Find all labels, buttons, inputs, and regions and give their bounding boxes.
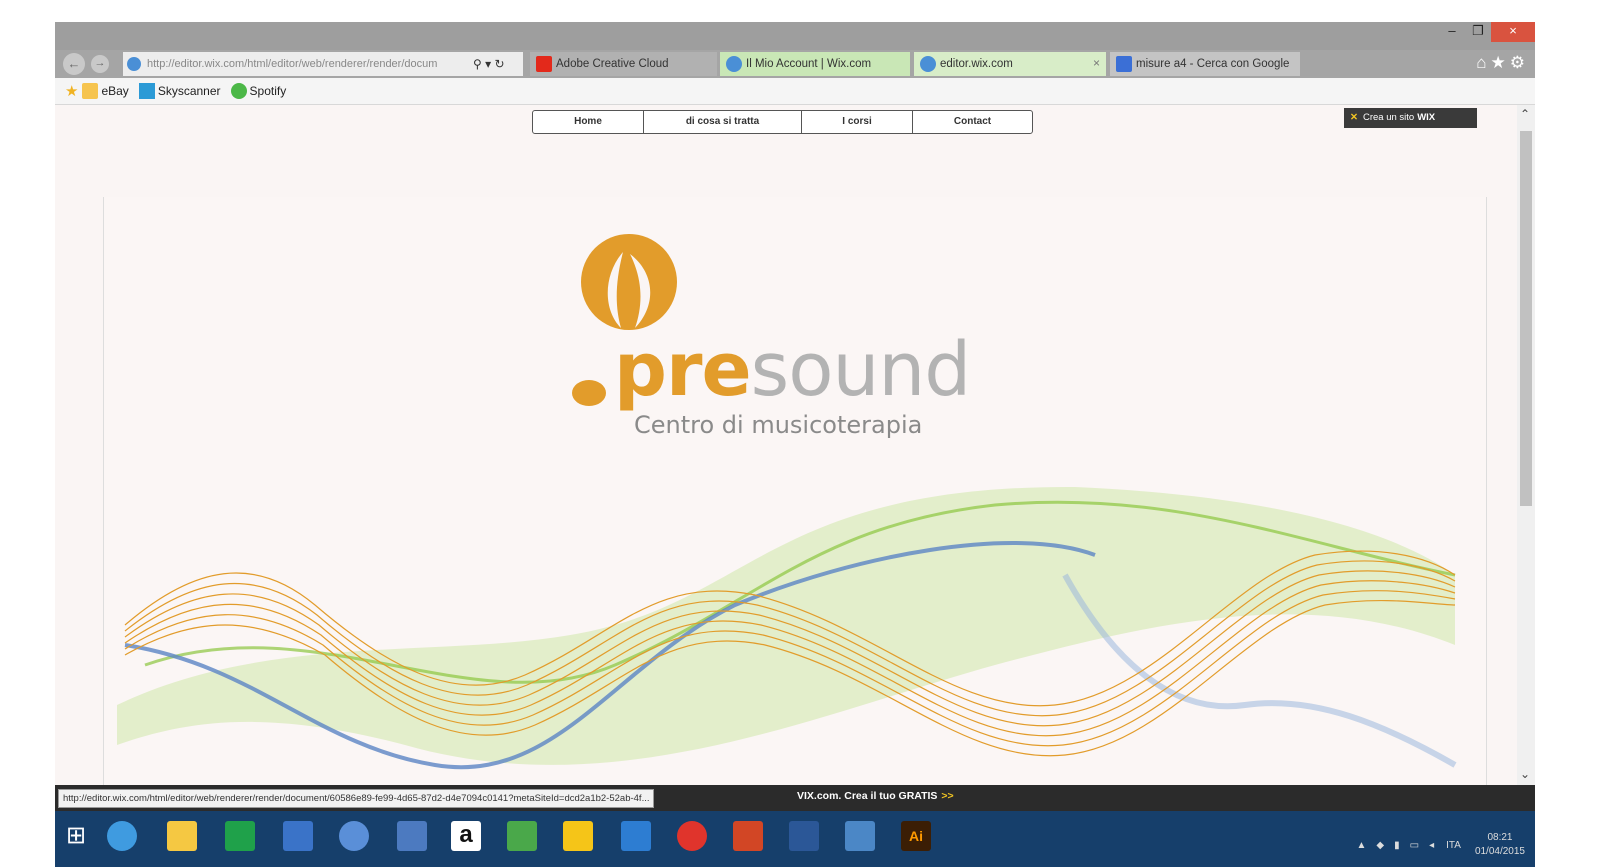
tray-chevron-icon[interactable]: ▲ bbox=[1357, 840, 1367, 851]
tab-adobe-creative-cloud[interactable]: Adobe Creative Cloud bbox=[530, 52, 717, 76]
remote-desktop-icon[interactable] bbox=[283, 821, 313, 851]
ie-icon bbox=[726, 56, 742, 72]
wix-promo-link[interactable]: VIX.com. Crea il tuo GRATIS >> bbox=[797, 790, 954, 802]
ie-icon bbox=[920, 56, 936, 72]
search-refresh-icon[interactable]: ⚲ ▾ ↻ bbox=[473, 57, 505, 71]
scroll-down-icon[interactable]: ⌄ bbox=[1520, 767, 1530, 781]
address-bar[interactable]: http://editor.wix.com/html/editor/web/re… bbox=[123, 52, 523, 76]
forward-button[interactable]: → bbox=[91, 55, 109, 73]
powerpoint-icon[interactable] bbox=[733, 821, 763, 851]
tab-editor-wix[interactable]: editor.wix.com × bbox=[914, 52, 1106, 76]
favorite-ebay[interactable]: eBay bbox=[82, 83, 129, 99]
tab-label: Adobe Creative Cloud bbox=[556, 58, 669, 70]
taskbar: ⊞ a Ai ▲ ◆ ▮ ▭ ◂ ITA 08:21 01/04/2015 bbox=[55, 811, 1535, 867]
forward-arrow-icon: → bbox=[94, 57, 106, 69]
google-drive-icon[interactable] bbox=[563, 821, 593, 851]
close-tab-icon[interactable]: × bbox=[1093, 56, 1100, 70]
favorites-bar: ★ eBay Skyscanner Spotify bbox=[55, 78, 1535, 105]
tab-label: Il Mio Account | Wix.com bbox=[746, 58, 872, 70]
restore-button[interactable]: ❐ bbox=[1465, 22, 1491, 42]
store-icon[interactable] bbox=[225, 821, 255, 851]
navigation-bar: ← → http://editor.wix.com/html/editor/we… bbox=[55, 50, 1535, 78]
ebay-icon bbox=[82, 83, 99, 99]
star-icon[interactable]: ★ bbox=[1491, 53, 1510, 72]
back-arrow-icon: ← bbox=[67, 56, 81, 71]
app-icon[interactable] bbox=[397, 821, 427, 851]
tray-language[interactable]: ITA bbox=[1446, 840, 1461, 851]
back-button[interactable]: ← bbox=[63, 53, 85, 75]
creative-cloud-icon[interactable] bbox=[677, 821, 707, 851]
tray-shield-icon[interactable]: ◆ bbox=[1376, 840, 1384, 851]
site-icon bbox=[127, 57, 141, 71]
tray-clock[interactable]: 08:21 01/04/2015 bbox=[1475, 831, 1525, 859]
scroll-up-icon[interactable]: ⌃ bbox=[1520, 107, 1530, 121]
outlook-icon[interactable] bbox=[621, 821, 651, 851]
logo-subtitle: Centro di musicoterapia bbox=[634, 411, 923, 439]
favorite-spotify[interactable]: Spotify bbox=[230, 83, 287, 99]
favorite-label: eBay bbox=[101, 84, 129, 98]
home-icon[interactable]: ⌂ bbox=[1476, 53, 1490, 72]
file-explorer-icon[interactable] bbox=[167, 821, 197, 851]
system-tray: ▲ ◆ ▮ ▭ ◂ ITA 08:21 01/04/2015 bbox=[1357, 831, 1526, 859]
tab-google-search[interactable]: misure a4 - Cerca con Google bbox=[1110, 52, 1300, 76]
title-bar: – ❐ × bbox=[55, 22, 1535, 50]
google-icon bbox=[1116, 56, 1132, 72]
app-icon[interactable] bbox=[339, 821, 369, 851]
web-page: Home di cosa si tratta I corsi Contact ✕… bbox=[55, 105, 1517, 785]
favorite-skyscanner[interactable]: Skyscanner bbox=[138, 83, 221, 99]
minimize-button[interactable]: – bbox=[1439, 22, 1465, 42]
tray-volume-icon[interactable]: ◂ bbox=[1429, 840, 1434, 851]
scroll-thumb[interactable] bbox=[1520, 131, 1532, 506]
status-url: http://editor.wix.com/html/editor/web/re… bbox=[58, 789, 655, 808]
tab-wix-account[interactable]: Il Mio Account | Wix.com bbox=[720, 52, 910, 76]
photos-icon[interactable] bbox=[845, 821, 875, 851]
favorites-star-icon: ★ bbox=[65, 83, 79, 100]
amazon-icon[interactable]: a bbox=[451, 821, 481, 851]
wix-promo-text: VIX.com. Crea il tuo GRATIS bbox=[797, 790, 938, 802]
tray-battery-icon[interactable]: ▮ bbox=[1394, 840, 1400, 851]
logo-and-waves-graphic bbox=[117, 234, 1457, 769]
logo-wordmark: presound bbox=[614, 327, 972, 413]
illustrator-icon[interactable]: Ai bbox=[901, 821, 931, 851]
word-icon[interactable] bbox=[789, 821, 819, 851]
skyscanner-icon bbox=[138, 83, 155, 99]
tray-time: 08:21 bbox=[1487, 832, 1513, 843]
gear-icon[interactable]: ⚙ bbox=[1510, 53, 1529, 72]
spotify-icon bbox=[230, 83, 247, 99]
browser-window: – ❐ × ← → http://editor.wix.com/html/edi… bbox=[55, 22, 1535, 867]
status-bar: http://editor.wix.com/html/editor/web/re… bbox=[55, 785, 1535, 811]
favorite-label: Skyscanner bbox=[157, 84, 221, 98]
evernote-icon[interactable] bbox=[507, 821, 537, 851]
tray-network-icon[interactable]: ▭ bbox=[1410, 840, 1419, 851]
browser-tools: ⌂★⚙ bbox=[1476, 53, 1529, 73]
logo-wordmark-bold: pre bbox=[614, 327, 752, 413]
start-icon[interactable]: ⊞ bbox=[61, 821, 91, 851]
tray-date: 01/04/2015 bbox=[1474, 846, 1525, 857]
vertical-scrollbar[interactable]: ⌃ ⌄ bbox=[1517, 105, 1535, 785]
tab-label: misure a4 - Cerca con Google bbox=[1136, 58, 1290, 70]
sound-waves-decoration bbox=[117, 486, 1457, 769]
adobe-icon bbox=[536, 56, 552, 72]
internet-explorer-icon[interactable] bbox=[107, 821, 137, 851]
logo-wordmark-light: sound bbox=[750, 327, 972, 413]
window-controls: – ❐ × bbox=[1439, 22, 1535, 44]
wix-promo-arrow: >> bbox=[941, 790, 954, 802]
close-button[interactable]: × bbox=[1491, 22, 1535, 42]
address-url: http://editor.wix.com/html/editor/web/re… bbox=[147, 58, 438, 70]
favorite-label: Spotify bbox=[249, 84, 287, 98]
tab-label: editor.wix.com bbox=[940, 58, 1013, 70]
